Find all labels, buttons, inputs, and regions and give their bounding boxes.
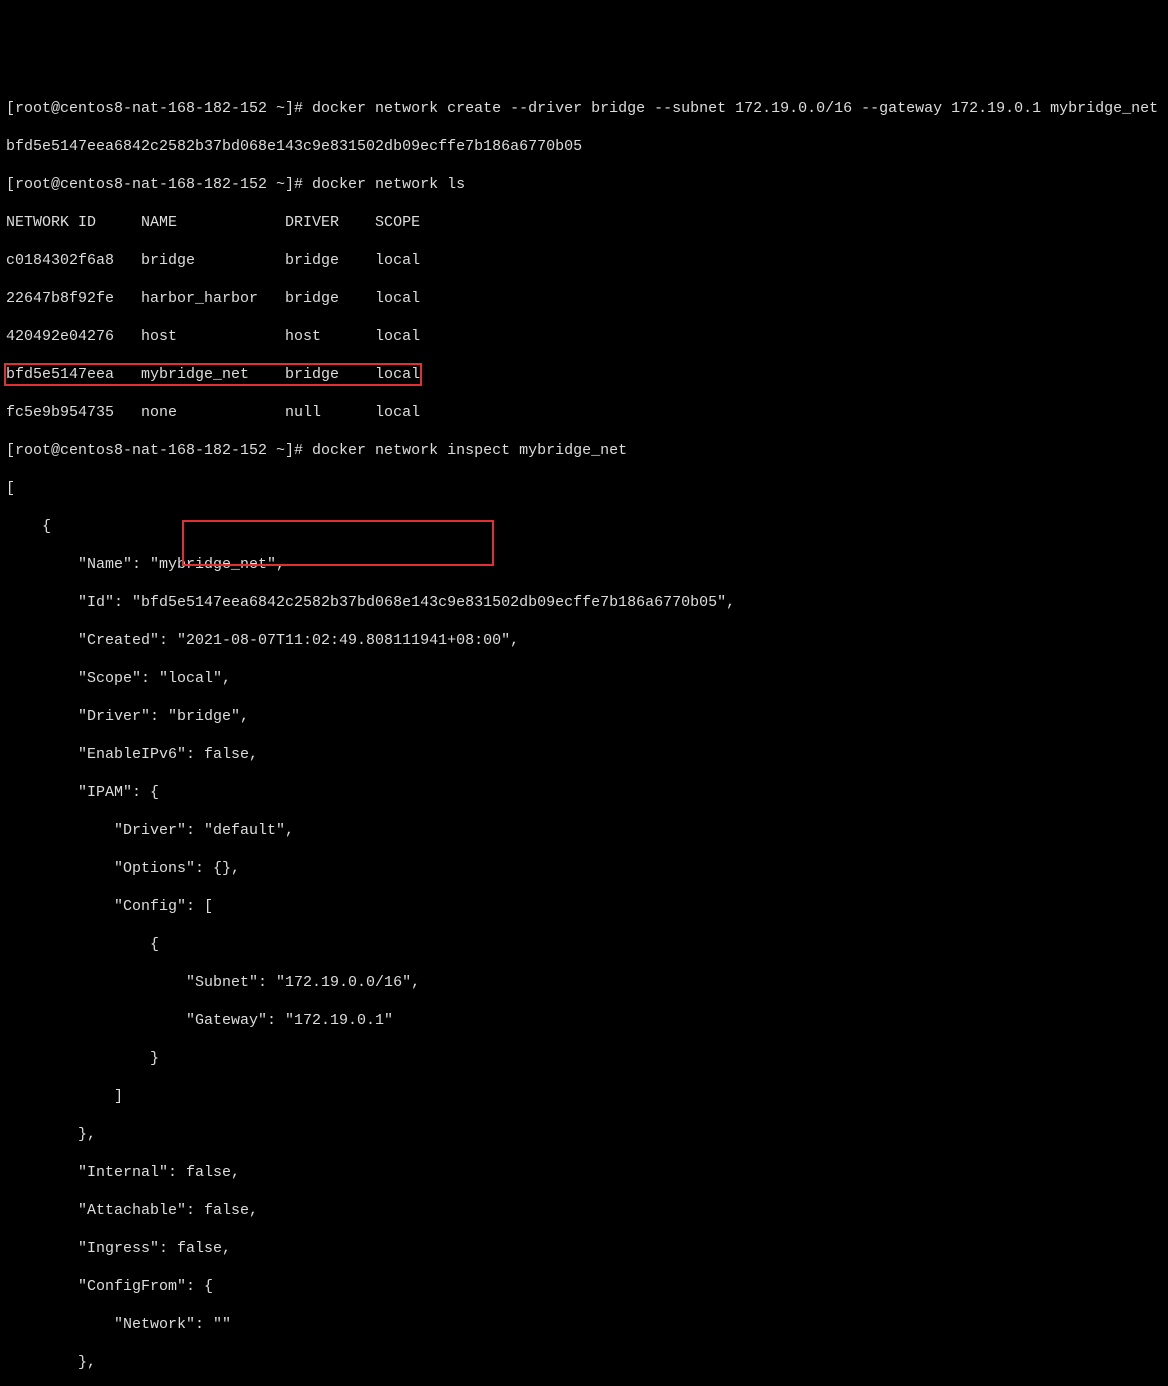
terminal-line: }, xyxy=(6,1125,1162,1144)
terminal-line: c0184302f6a8 bridge bridge local xyxy=(6,251,1162,270)
terminal-line: "Subnet": "172.19.0.0/16", xyxy=(6,973,1162,992)
terminal-line: ] xyxy=(6,1087,1162,1106)
terminal-line: NETWORK ID NAME DRIVER SCOPE xyxy=(6,213,1162,232)
terminal-line: fc5e9b954735 none null local xyxy=(6,403,1162,422)
terminal-line: [ xyxy=(6,479,1162,498)
terminal-line: "Driver": "bridge", xyxy=(6,707,1162,726)
terminal-line: [root@centos8-nat-168-182-152 ~]# docker… xyxy=(6,441,1162,460)
terminal-line: "Driver": "default", xyxy=(6,821,1162,840)
terminal-line: "Created": "2021-08-07T11:02:49.80811194… xyxy=(6,631,1162,650)
terminal-line: }, xyxy=(6,1353,1162,1372)
terminal-line: bfd5e5147eea6842c2582b37bd068e143c9e8315… xyxy=(6,137,1162,156)
terminal-line: [root@centos8-nat-168-182-152 ~]# docker… xyxy=(6,175,1162,194)
terminal-line: "Ingress": false, xyxy=(6,1239,1162,1258)
terminal-line: "Scope": "local", xyxy=(6,669,1162,688)
terminal-line: "Options": {}, xyxy=(6,859,1162,878)
terminal-line: { xyxy=(6,935,1162,954)
terminal-line: "Config": [ xyxy=(6,897,1162,916)
terminal-line: "Gateway": "172.19.0.1" xyxy=(6,1011,1162,1030)
terminal-line: "Attachable": false, xyxy=(6,1201,1162,1220)
terminal-line: 22647b8f92fe harbor_harbor bridge local xyxy=(6,289,1162,308)
terminal-line: "EnableIPv6": false, xyxy=(6,745,1162,764)
terminal-line: { xyxy=(6,517,1162,536)
terminal-line: "IPAM": { xyxy=(6,783,1162,802)
terminal-line: "Name": "mybridge_net", xyxy=(6,555,1162,574)
terminal-line: "ConfigFrom": { xyxy=(6,1277,1162,1296)
terminal-line: } xyxy=(6,1049,1162,1068)
terminal-line-highlighted: bfd5e5147eea mybridge_net bridge local xyxy=(6,365,1162,384)
terminal-output: [root@centos8-nat-168-182-152 ~]# docker… xyxy=(6,80,1162,1386)
terminal-line: "Network": "" xyxy=(6,1315,1162,1334)
terminal-line: 420492e04276 host host local xyxy=(6,327,1162,346)
terminal-line: "Id": "bfd5e5147eea6842c2582b37bd068e143… xyxy=(6,593,1162,612)
terminal-line: [root@centos8-nat-168-182-152 ~]# docker… xyxy=(6,99,1162,118)
terminal-line: "Internal": false, xyxy=(6,1163,1162,1182)
highlight-box: bfd5e5147eea mybridge_net bridge local xyxy=(4,363,422,386)
